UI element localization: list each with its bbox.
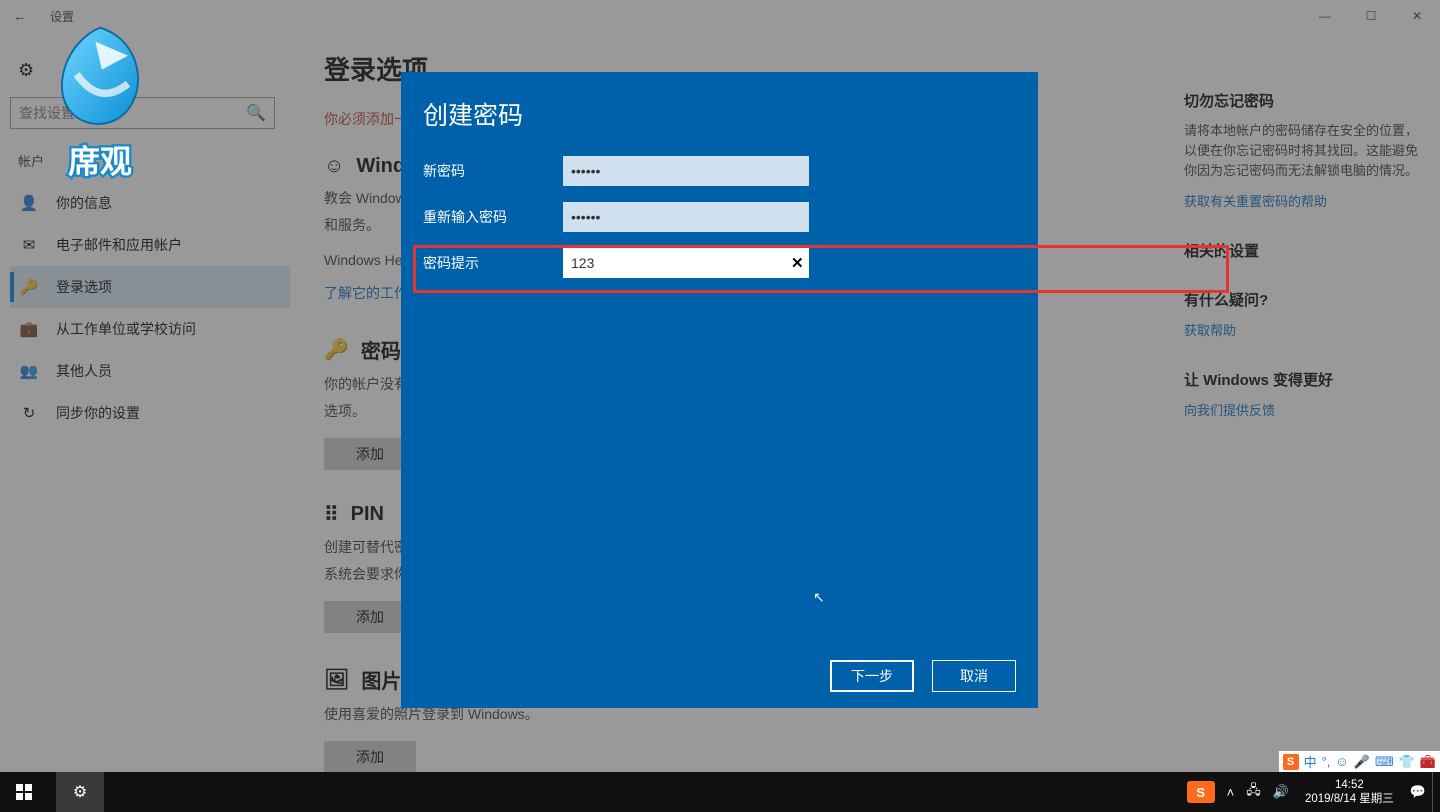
show-desktop-button[interactable] (1432, 772, 1440, 812)
cancel-button[interactable]: 取消 (932, 660, 1016, 692)
ime-toolbox-icon[interactable]: 🧰 (1420, 754, 1436, 770)
ime-toolbar[interactable]: S 中 °, ☺ 🎤 ⌨ 👕 🧰 (1279, 751, 1440, 772)
sogou-ime-button[interactable]: S (1187, 781, 1215, 803)
password-hint-input[interactable] (563, 248, 809, 278)
watermark-logo: 席观 (44, 22, 156, 192)
network-icon[interactable]: 🖧 (1240, 781, 1267, 803)
ime-voice-icon[interactable]: 🎤 (1354, 754, 1370, 770)
taskbar-clock[interactable]: 14:52 2019/8/14 星期三 (1295, 778, 1404, 807)
next-button[interactable]: 下一步 (830, 660, 914, 692)
password-hint-label: 密码提示 (423, 253, 563, 273)
create-password-dialog: 创建密码 新密码 重新输入密码 密码提示 ✕ ↖ 下一步 取消 (401, 72, 1038, 708)
dialog-title: 创建密码 (423, 96, 1016, 132)
ime-lang-indicator[interactable]: 中 (1304, 752, 1317, 771)
clock-time: 14:52 (1305, 778, 1394, 792)
ime-skin-icon[interactable]: 👕 (1399, 754, 1415, 770)
taskbar: ⚙ S ˄ 🖧 🔊 14:52 2019/8/14 星期三 💬 (0, 772, 1440, 812)
volume-icon[interactable]: 🔊 (1267, 784, 1295, 800)
taskbar-settings-button[interactable]: ⚙ (56, 772, 104, 812)
svg-text:席观: 席观 (68, 143, 132, 179)
clock-date: 2019/8/14 星期三 (1305, 792, 1394, 806)
ime-emoji-icon[interactable]: ☺ (1335, 754, 1348, 769)
ime-keyboard-icon[interactable]: ⌨ (1375, 754, 1394, 770)
new-password-input[interactable] (563, 156, 809, 186)
start-button[interactable] (0, 772, 48, 812)
cursor-icon: ↖ (813, 589, 825, 606)
tray-overflow-icon[interactable]: ˄ (1221, 785, 1241, 800)
system-tray: S ˄ 🖧 🔊 14:52 2019/8/14 星期三 💬 (1187, 772, 1440, 812)
sogou-icon[interactable]: S (1283, 754, 1299, 770)
ime-punct-icon[interactable]: °, (1322, 754, 1331, 769)
confirm-password-input[interactable] (563, 202, 809, 232)
confirm-password-label: 重新输入密码 (423, 207, 563, 227)
action-center-icon[interactable]: 💬 (1404, 784, 1432, 800)
clear-hint-button[interactable]: ✕ (791, 254, 804, 272)
new-password-label: 新密码 (423, 161, 563, 181)
